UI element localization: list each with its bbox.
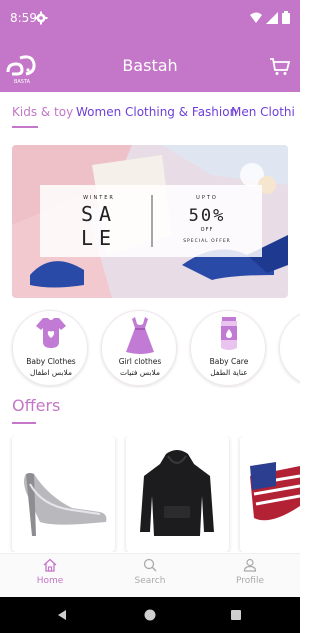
offers-carousel (0, 436, 300, 552)
lotion-tube-icon (221, 317, 237, 350)
home-icon (43, 558, 57, 572)
category-girl-clothes[interactable]: Girl clothes ملابس فتيات (101, 310, 177, 386)
nav-profile[interactable]: Profile (220, 558, 280, 586)
category-name-en: Baby Clothes (26, 357, 76, 366)
search-icon (143, 558, 157, 572)
home-circle-icon[interactable] (144, 609, 156, 621)
system-navigation-bar (0, 597, 300, 633)
banner-winter-text: WINTER (83, 195, 115, 201)
offer-card-hoodie[interactable] (126, 436, 229, 552)
tab-women-clothing[interactable]: Women Clothing & Fashion (76, 105, 237, 119)
status-time: 8:59 (10, 11, 37, 25)
offers-title-underline (12, 422, 36, 424)
banner-upto-text: UPTO (196, 195, 218, 201)
nav-search-label: Search (134, 576, 166, 586)
offers-title: Offers (12, 396, 61, 415)
category-name-en: Baby Care (209, 357, 249, 366)
banner-sale-text-2: LE (81, 226, 117, 250)
status-icons (250, 11, 290, 24)
active-tab-indicator (12, 126, 38, 128)
banner-special-offer-text: SPECIAL OFFER (183, 238, 231, 244)
black-hoodie-image (140, 450, 214, 536)
baby-bodysuit-icon (36, 318, 66, 348)
category-name-ar: ملابس اطفال (29, 368, 73, 377)
nav-search[interactable]: Search (120, 558, 180, 586)
bottom-navigation: Home Search Profile (0, 553, 300, 597)
battery-icon (282, 11, 290, 24)
settings-gear-icon (34, 11, 48, 25)
category-name-en: Girl clothes (118, 357, 162, 366)
banner-sale-text-1: SA (81, 202, 117, 226)
profile-icon (243, 558, 257, 572)
dress-icon (126, 317, 154, 354)
cart-icon[interactable] (270, 58, 290, 76)
category-name-ar: ملابس فتيات (120, 368, 160, 377)
back-icon[interactable] (58, 610, 66, 620)
wifi-icon (250, 12, 262, 23)
status-bar: 8:59 (0, 0, 300, 38)
high-heel-shoe-image (24, 473, 107, 536)
category-name-ar: عناية الطفل (210, 368, 248, 377)
category-baby-clothes[interactable]: Baby Clothes ملابس اطفال (12, 310, 88, 386)
offer-card-flag-item[interactable] (240, 436, 300, 552)
tab-men-clothing[interactable]: Men Clothi (231, 105, 295, 119)
nav-profile-label: Profile (236, 576, 264, 586)
banner-off-text: OFF (201, 227, 214, 233)
recents-icon[interactable] (231, 610, 241, 620)
signal-icon (266, 11, 278, 24)
category-next-partial[interactable] (279, 310, 300, 386)
banner-image: WINTER SA LE UPTO 50% OFF SPECIAL OFFER (12, 145, 288, 298)
category-tabs: Kids & toy Women Clothing & Fashion Men … (0, 96, 300, 136)
nav-home-label: Home (36, 576, 64, 586)
app-bar: BASTA Bastah (0, 38, 300, 92)
category-circles: Baby Clothes ملابس اطفال Girl clothes مل… (0, 308, 300, 388)
offer-card-heel[interactable] (12, 436, 115, 552)
banner-percent-text: 50% (189, 206, 226, 226)
tab-kids-toy[interactable]: Kids & toy (12, 105, 73, 119)
category-baby-care[interactable]: Baby Care عناية الطفل (190, 310, 266, 386)
flag-print-item-image (250, 462, 300, 521)
logo-text: BASTA (14, 79, 31, 85)
app-title: Bastah (122, 56, 178, 75)
nav-home[interactable]: Home (20, 558, 80, 586)
promo-banner[interactable]: WINTER SA LE UPTO 50% OFF SPECIAL OFFER (12, 145, 288, 298)
